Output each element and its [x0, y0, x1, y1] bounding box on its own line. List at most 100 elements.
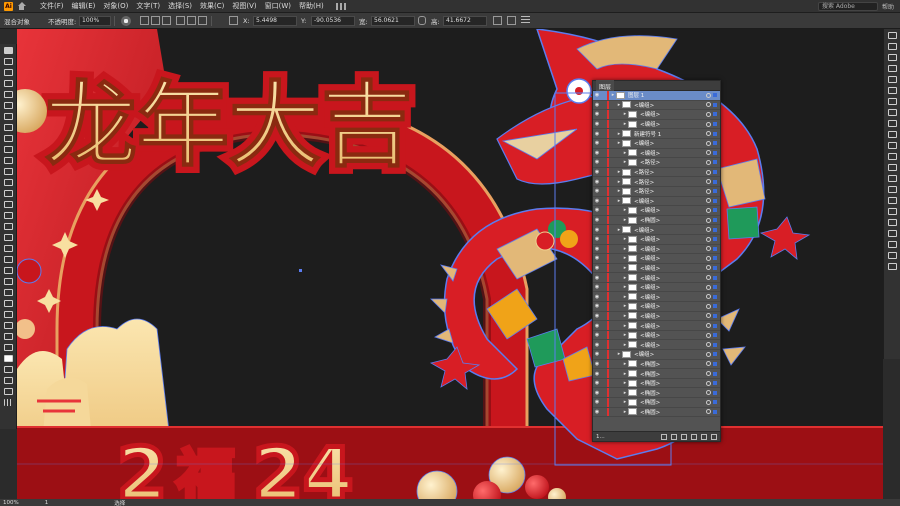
curvature-tool-icon[interactable]: [3, 101, 14, 110]
layer-row[interactable]: ◉ ▸ <编组>: [593, 311, 720, 322]
selection-indicator-icon[interactable]: [713, 371, 717, 376]
menu-edit[interactable]: 编辑(E): [72, 1, 96, 11]
visibility-eye-icon[interactable]: ◉: [593, 342, 601, 348]
graph-tool-icon[interactable]: [3, 299, 14, 308]
blend-tool-icon[interactable]: [3, 277, 14, 286]
target-icon[interactable]: [706, 102, 711, 108]
artboards-panel-icon[interactable]: [887, 240, 898, 249]
selection-indicator-icon[interactable]: [713, 112, 717, 117]
transform-panel-icon[interactable]: [887, 218, 898, 227]
target-icon[interactable]: [706, 380, 711, 386]
isolate-icon[interactable]: [507, 16, 516, 25]
target-icon[interactable]: [706, 92, 711, 98]
selection-indicator-icon[interactable]: [713, 400, 717, 405]
target-icon[interactable]: [706, 275, 711, 281]
visibility-eye-icon[interactable]: ◉: [593, 198, 601, 204]
visibility-eye-icon[interactable]: ◉: [593, 390, 601, 396]
visibility-eye-icon[interactable]: ◉: [593, 409, 601, 415]
free-transform-tool-icon[interactable]: [3, 211, 14, 220]
target-icon[interactable]: [706, 323, 711, 329]
target-icon[interactable]: [706, 227, 711, 233]
align-icon[interactable]: [140, 16, 149, 25]
selection-indicator-icon[interactable]: [713, 198, 717, 203]
visibility-eye-icon[interactable]: ◉: [593, 227, 601, 233]
selection-indicator-icon[interactable]: [713, 361, 717, 366]
visibility-eye-icon[interactable]: ◉: [593, 371, 601, 377]
layer-row[interactable]: ◉ ▸ <编组>: [593, 302, 720, 312]
mesh-tool-icon[interactable]: [3, 244, 14, 253]
visibility-eye-icon[interactable]: ◉: [593, 150, 601, 156]
selection-indicator-icon[interactable]: [713, 102, 717, 107]
visibility-eye-icon[interactable]: ◉: [593, 140, 601, 146]
layer-row[interactable]: ◉ ▸ <编组>: [593, 292, 720, 303]
selection-indicator-icon[interactable]: [713, 141, 717, 146]
selection-indicator-icon[interactable]: [713, 285, 717, 290]
visibility-eye-icon[interactable]: ◉: [593, 159, 601, 165]
visibility-eye-icon[interactable]: ◉: [593, 246, 601, 252]
layer-row[interactable]: ◉ ▸ <路径>: [593, 177, 720, 187]
layer-row[interactable]: ◉ ▸ <编组>: [593, 225, 720, 235]
locate-object-icon[interactable]: [671, 433, 677, 440]
selection-indicator-icon[interactable]: [713, 93, 717, 98]
gradient-tool-icon[interactable]: [3, 255, 14, 264]
menu-effect[interactable]: 效果(C): [200, 1, 224, 11]
target-icon[interactable]: [706, 131, 711, 137]
menu-type[interactable]: 文字(T): [136, 1, 160, 11]
menu-window[interactable]: 窗口(W): [265, 1, 291, 11]
target-icon[interactable]: [706, 361, 711, 367]
brushes-panel-icon[interactable]: [887, 75, 898, 84]
menu-help[interactable]: 帮助(H): [299, 1, 324, 11]
symbols-panel-icon[interactable]: [887, 86, 898, 95]
visibility-eye-icon[interactable]: ◉: [593, 380, 601, 386]
layer-row[interactable]: ◉ ▸ <编组>: [593, 206, 720, 216]
align-icon[interactable]: [162, 16, 171, 25]
canvas[interactable]: 龙年大吉 龙年大吉 2 福 24: [17, 29, 883, 499]
visibility-eye-icon[interactable]: ◉: [593, 179, 601, 185]
layer-row[interactable]: ◉ ▸ <编组>: [593, 138, 720, 149]
layer-row[interactable]: ◉ ▸ <编组>: [593, 110, 720, 120]
selection-indicator-icon[interactable]: [713, 237, 717, 242]
target-icon[interactable]: [706, 351, 711, 357]
symbol-sprayer-tool-icon[interactable]: [3, 288, 14, 297]
draw-mode-icon[interactable]: [3, 376, 14, 385]
layer-row[interactable]: ◉ ▸ <编组>: [593, 244, 720, 255]
selection-indicator-icon[interactable]: [713, 342, 717, 347]
delete-layer-icon[interactable]: [711, 433, 717, 440]
width-tool-icon[interactable]: [3, 200, 14, 209]
visibility-eye-icon[interactable]: ◉: [593, 294, 601, 300]
transform-icon[interactable]: [493, 16, 502, 25]
anchor-point[interactable]: [299, 269, 302, 272]
selection-indicator-icon[interactable]: [713, 218, 717, 223]
target-icon[interactable]: [706, 207, 711, 213]
visibility-eye-icon[interactable]: ◉: [593, 121, 601, 127]
align-icon[interactable]: [198, 16, 207, 25]
style-swatch-icon[interactable]: [121, 15, 131, 26]
selection-indicator-icon[interactable]: [713, 409, 717, 414]
visibility-eye-icon[interactable]: ◉: [593, 236, 601, 242]
visibility-eye-icon[interactable]: ◉: [593, 313, 601, 319]
menu-object[interactable]: 对象(O): [103, 1, 128, 11]
swatches-panel-icon[interactable]: [887, 64, 898, 73]
target-icon[interactable]: [706, 140, 711, 146]
y-field[interactable]: -90.0536: [311, 15, 355, 26]
layer-row[interactable]: ◉ ▸ <编组>: [593, 234, 720, 245]
selection-indicator-icon[interactable]: [713, 246, 717, 251]
target-icon[interactable]: [706, 409, 711, 415]
target-icon[interactable]: [706, 303, 711, 309]
perspective-grid-tool-icon[interactable]: [3, 233, 14, 242]
gradient-panel-icon[interactable]: [887, 108, 898, 117]
target-icon[interactable]: [706, 236, 711, 242]
graphic-styles-panel-icon[interactable]: [887, 141, 898, 150]
layer-row[interactable]: ◉ ▸ <编组>: [593, 282, 720, 293]
visibility-eye-icon[interactable]: ◉: [593, 265, 601, 271]
search-input[interactable]: 搜索 Adobe: [817, 2, 878, 11]
target-icon[interactable]: [706, 284, 711, 290]
visibility-eye-icon[interactable]: ◉: [593, 323, 601, 329]
align-panel-icon[interactable]: [887, 207, 898, 216]
selection-indicator-icon[interactable]: [713, 390, 717, 395]
layer-row[interactable]: ◉ ▸ <椭圆>: [593, 215, 720, 226]
layer-row[interactable]: ◉ ▸ <路径>: [593, 167, 720, 178]
menu-icon[interactable]: [521, 16, 530, 25]
visibility-eye-icon[interactable]: ◉: [593, 207, 601, 213]
target-icon[interactable]: [706, 390, 711, 396]
